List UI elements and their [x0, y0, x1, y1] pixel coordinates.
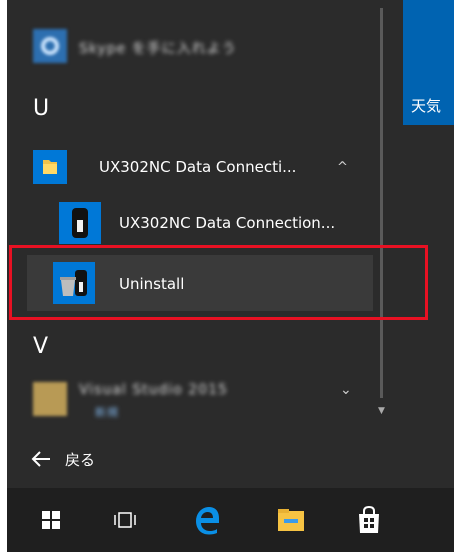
store-icon[interactable]: [347, 500, 391, 540]
scrollbar-thumb[interactable]: [380, 8, 383, 398]
app-item-ux302nc-data-connection[interactable]: UX302NC Data Connection...: [7, 198, 375, 248]
folder-icon: [33, 150, 67, 184]
app-item-blurred-top-label: Skype を手に入れよう: [79, 41, 237, 57]
section-header-u[interactable]: U: [33, 96, 49, 121]
folder-item-label: UX302NC Data Connecti...: [99, 158, 297, 176]
app-item-blurred-v[interactable]: Visual Studio 2015 新規 ⌄: [7, 372, 375, 426]
app-item-blurred-v-sublabel: 新規: [95, 406, 119, 419]
app-item-blurred-top[interactable]: Skype を手に入れよう: [7, 20, 375, 72]
back-label: 戻る: [65, 451, 96, 469]
uninstall-icon: [53, 262, 95, 304]
app-icon-blurred: [33, 382, 67, 416]
back-button[interactable]: 戻る: [7, 438, 387, 480]
section-header-v[interactable]: V: [33, 334, 48, 359]
edge-icon[interactable]: [185, 500, 229, 540]
scroll-down-icon[interactable]: ▼: [376, 404, 387, 418]
folder-item-ux302nc[interactable]: UX302NC Data Connecti... ^: [7, 142, 375, 192]
app-item-label: Uninstall: [119, 275, 185, 293]
back-arrow-icon: [31, 451, 50, 467]
task-view-icon[interactable]: [103, 500, 147, 540]
weather-tile-label: 天気: [411, 97, 442, 115]
file-explorer-icon[interactable]: [269, 500, 313, 540]
chevron-up-icon[interactable]: ^: [337, 160, 348, 175]
app-item-blurred-v-label: Visual Studio 2015: [79, 382, 228, 398]
app-list: Skype を手に入れよう U UX302NC Data Connecti...…: [7, 0, 387, 428]
scrollbar[interactable]: ▼: [376, 0, 387, 428]
chevron-down-icon[interactable]: ⌄: [340, 382, 352, 398]
device-app-icon: [59, 202, 101, 244]
windows-start-icon[interactable]: [29, 500, 73, 540]
app-item-label: UX302NC Data Connection...: [119, 214, 336, 232]
skype-icon: [33, 29, 67, 63]
app-item-uninstall[interactable]: Uninstall: [27, 255, 373, 311]
taskbar: [7, 488, 454, 552]
weather-live-tile[interactable]: 天気: [403, 0, 454, 125]
start-menu: Skype を手に入れよう U UX302NC Data Connecti...…: [7, 0, 454, 552]
